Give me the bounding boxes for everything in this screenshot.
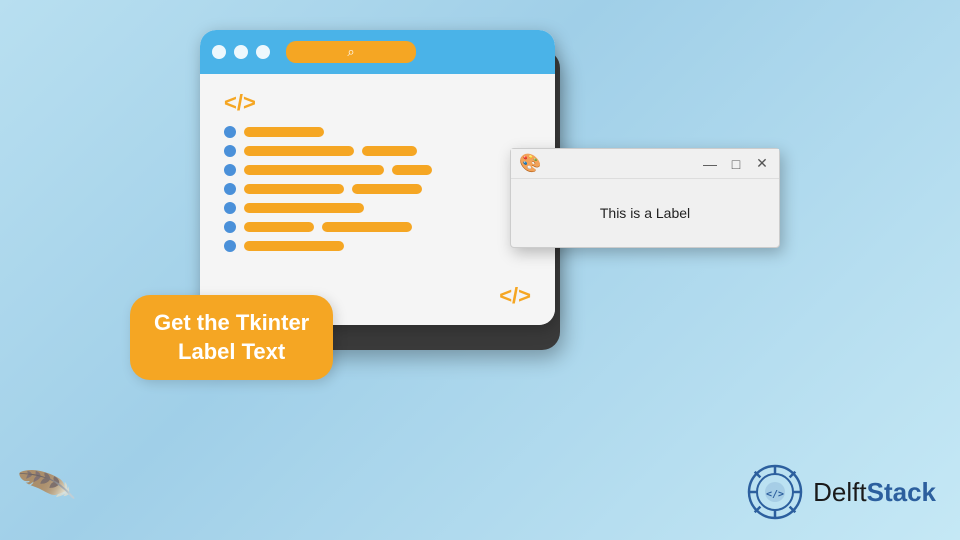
logo-gear-icon: </> [747, 464, 803, 520]
tkinter-window: 🎨 — □ ✕ This is a Label [510, 148, 780, 248]
code-lines [224, 126, 539, 252]
line-bar [244, 165, 384, 175]
close-button[interactable]: ✕ [753, 155, 771, 172]
line-dot [224, 164, 236, 176]
maximize-button[interactable]: □ [727, 156, 745, 172]
line-bar [244, 146, 354, 156]
titlebar-dot-3 [256, 45, 270, 59]
tkinter-titlebar: 🎨 — □ ✕ [511, 149, 779, 179]
line-dot [224, 126, 236, 138]
line-bar [244, 241, 344, 251]
line-bar [244, 127, 324, 137]
search-icon: ⌕ [347, 44, 354, 60]
line-dot [224, 240, 236, 252]
editor-titlebar: ⌕ [200, 30, 555, 74]
tkinter-label: This is a Label [600, 205, 690, 221]
svg-text:</>: </> [766, 489, 784, 500]
tkinter-window-controls: — □ ✕ [701, 155, 771, 172]
badge-text: Get the TkinterLabel Text [154, 309, 309, 366]
code-line [224, 164, 539, 176]
line-bar [244, 184, 344, 194]
code-line [224, 145, 539, 157]
code-line [224, 202, 539, 214]
delftstack-logo: </> DelftStack [747, 464, 936, 520]
line-bar [244, 203, 364, 213]
code-line [224, 126, 539, 138]
code-tag-top: </> [224, 90, 539, 116]
line-dot [224, 202, 236, 214]
titlebar-dot-2 [234, 45, 248, 59]
line-bar [322, 222, 412, 232]
line-dot [224, 221, 236, 233]
code-line [224, 240, 539, 252]
tkinter-app-icon: 🎨 [519, 153, 541, 174]
label-badge: Get the TkinterLabel Text [130, 295, 333, 380]
code-line [224, 183, 539, 195]
minimize-button[interactable]: — [701, 156, 719, 172]
line-dot [224, 183, 236, 195]
line-bar [362, 146, 417, 156]
tkinter-body: This is a Label [511, 179, 779, 247]
editor-window: ⌕ </> [200, 30, 555, 325]
line-dot [224, 145, 236, 157]
feather-icon: 🪶 [15, 456, 78, 517]
line-bar [392, 165, 432, 175]
editor-body: </> [200, 74, 555, 325]
delftstack-logo-text: DelftStack [813, 477, 936, 508]
line-bar [244, 222, 314, 232]
titlebar-search: ⌕ [286, 41, 416, 63]
code-line [224, 221, 539, 233]
line-bar [352, 184, 422, 194]
titlebar-dot-1 [212, 45, 226, 59]
code-tag-bottom: </> [499, 283, 531, 309]
